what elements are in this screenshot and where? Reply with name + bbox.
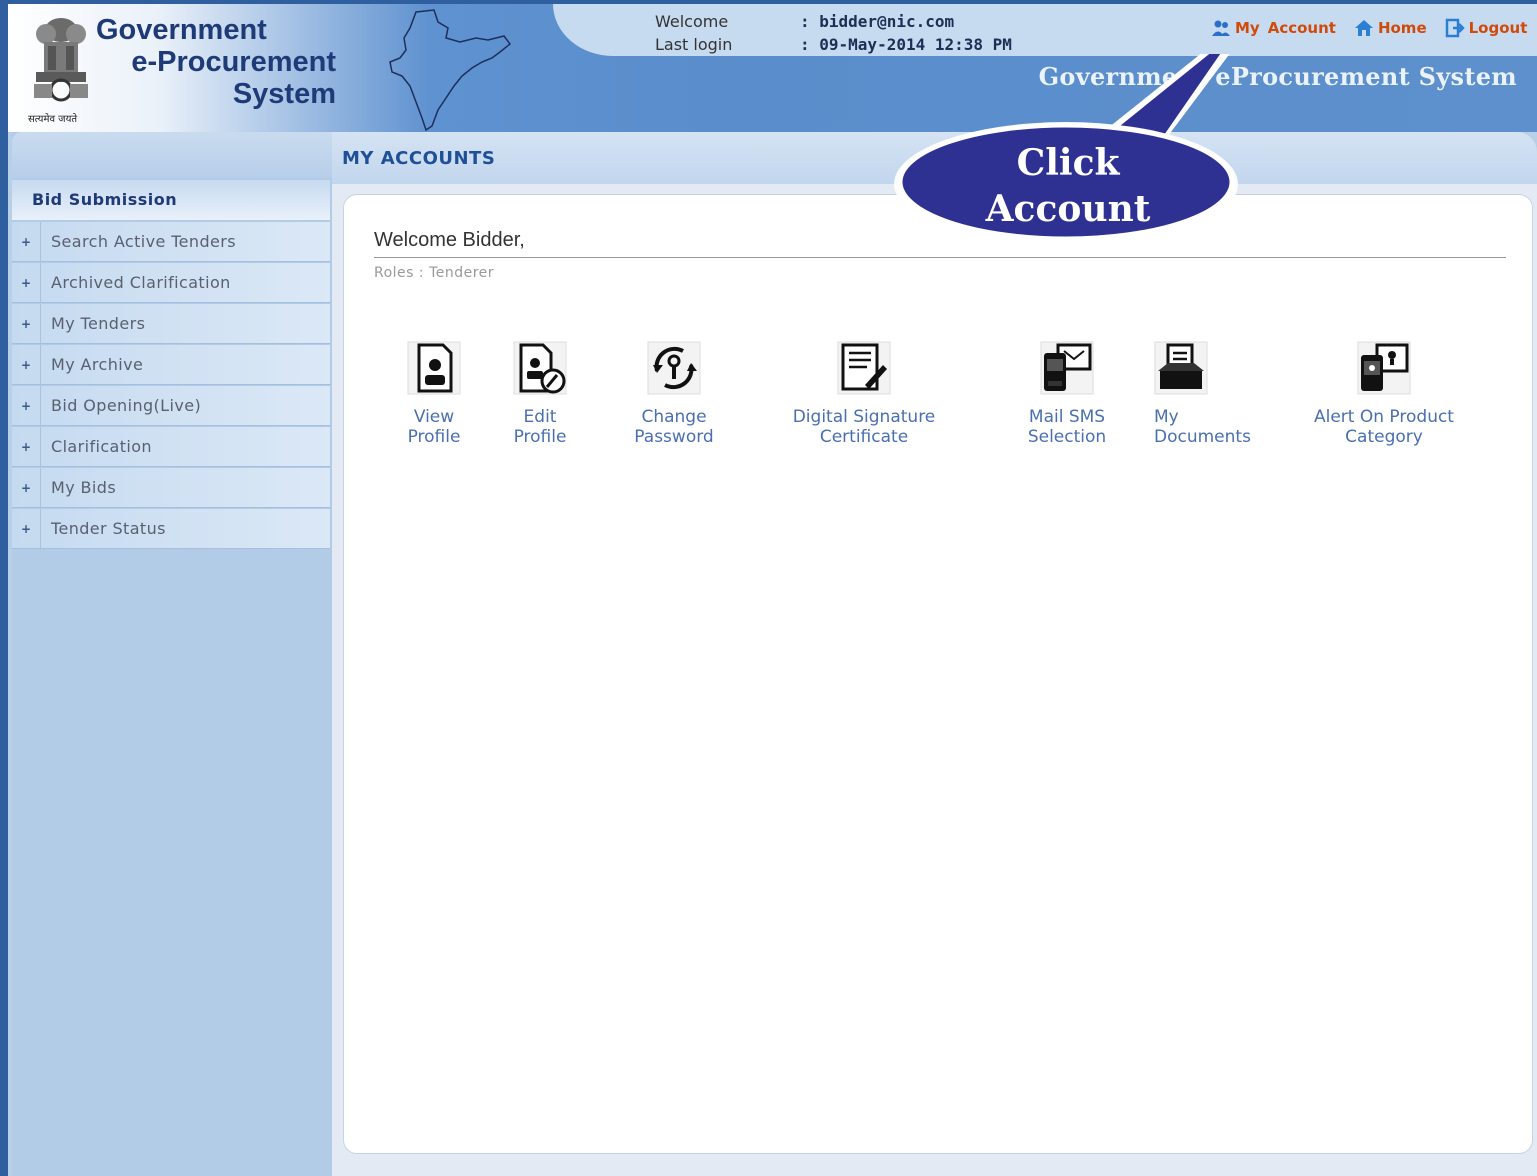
account-link-text: Account [1267, 19, 1336, 37]
action-label-line1: Change [641, 407, 707, 427]
my-link-text: My [1235, 19, 1260, 37]
expand-plus-icon: + [12, 426, 41, 467]
action-label-line2: Profile [407, 427, 461, 447]
sidebar-item-search-active-tenders[interactable]: + Search Active Tenders [12, 221, 330, 262]
sidebar-item-my-archive[interactable]: + My Archive [12, 344, 330, 385]
last-login-label: Last login [655, 35, 733, 54]
expand-plus-icon: + [12, 344, 41, 385]
logout-link-text: Logout [1468, 19, 1528, 37]
change-password-button[interactable]: Change Password [624, 341, 724, 447]
logo-line-2: e-Procurement [131, 46, 336, 78]
sidebar-item-my-tenders[interactable]: + My Tenders [12, 303, 330, 344]
user-session-info: Welcome : bidder@nic.com Last login : 09… [655, 10, 1012, 56]
app-window: सत्यमेव जयते Government e-Procurement Sy… [8, 4, 1537, 1176]
sidebar-item-bid-opening-live[interactable]: + Bid Opening(Live) [12, 385, 330, 426]
sidebar-item-label: Clarification [51, 437, 152, 456]
action-label-line1: View [413, 407, 455, 427]
sidebar-item-tender-status[interactable]: + Tender Status [12, 508, 330, 549]
sidebar-item-label: My Archive [51, 355, 144, 374]
mail-sms-selection-button[interactable]: Mail SMS Selection [1012, 341, 1122, 447]
action-label-line1: My [1154, 407, 1179, 427]
sidebar-menu: + Search Active Tenders + Archived Clari… [12, 221, 330, 550]
my-account-link[interactable]: My Account [1211, 19, 1336, 37]
expand-plus-icon: + [12, 303, 41, 344]
documents-icon [1154, 341, 1208, 395]
sidebar-item-label: My Bids [51, 478, 117, 497]
last-login-value: : 09-May-2014 12:38 PM [800, 35, 1012, 54]
user-group-icon [1212, 20, 1230, 36]
home-link[interactable]: Home [1354, 18, 1427, 38]
expand-plus-icon: + [12, 262, 41, 303]
certificate-icon [837, 341, 891, 395]
header: सत्यमेव जयते Government e-Procurement Sy… [8, 4, 1537, 132]
sidebar-header [12, 132, 332, 178]
action-label-line2: Documents [1154, 427, 1251, 447]
mail-sms-icon [1040, 341, 1094, 395]
logout-icon [1445, 18, 1465, 38]
sidebar-item-my-bids[interactable]: + My Bids [12, 467, 330, 508]
edit-profile-button[interactable]: Edit Profile [500, 341, 580, 447]
sidebar-item-label: Archived Clarification [51, 273, 231, 292]
expand-plus-icon: + [12, 385, 41, 426]
page-title: MY ACCOUNTS [342, 148, 496, 169]
action-label-line2: Certificate [819, 427, 909, 447]
expand-plus-icon: + [12, 221, 41, 262]
accounts-panel: Welcome Bidder, Roles : Tenderer View Pr… [343, 194, 1533, 1154]
action-label-line2: Selection [1027, 427, 1107, 447]
india-map-icon [389, 9, 512, 132]
national-emblem-icon [34, 18, 88, 102]
action-label-line1: Digital Signature [792, 407, 936, 427]
home-icon [1354, 20, 1373, 36]
roles-text: Roles : Tenderer [374, 265, 495, 281]
top-nav-links: My Account Home Logout [1211, 18, 1537, 38]
logout-link[interactable]: Logout [1445, 18, 1528, 38]
welcome-message: Welcome Bidder, [374, 229, 525, 251]
expand-plus-icon: + [12, 508, 41, 549]
alert-icon [1357, 341, 1411, 395]
action-label-line2: Password [634, 427, 714, 447]
logo-line-1: Government [96, 14, 267, 46]
sidebar-menu-title: Bid Submission [12, 180, 330, 220]
action-label-line1: Mail SMS [1028, 407, 1106, 427]
site-logo-text: Government e-Procurement System [96, 14, 336, 110]
sidebar-item-label: My Tenders [51, 314, 146, 333]
view-profile-button[interactable]: View Profile [394, 341, 474, 447]
alert-on-product-category-button[interactable]: Alert On Product Category [1304, 341, 1464, 447]
logo-line-3: System [232, 78, 336, 110]
home-link-text: Home [1377, 19, 1427, 37]
digital-signature-certificate-button[interactable]: Digital Signature Certificate [784, 341, 944, 447]
expand-plus-icon: + [12, 467, 41, 508]
callout-line-1: Click [1016, 142, 1120, 184]
my-documents-button[interactable]: My Documents [1144, 341, 1264, 447]
change-password-icon [647, 341, 701, 395]
view-profile-icon [407, 341, 461, 395]
action-label-line2: Category [1345, 427, 1423, 447]
action-label-line1: Edit [523, 407, 557, 427]
sidebar-item-label: Tender Status [51, 519, 166, 538]
sidebar: Bid Submission + Search Active Tenders +… [12, 132, 332, 1176]
callout-text: Click Account [898, 140, 1238, 232]
callout-line-2: Account [985, 188, 1151, 230]
edit-profile-icon [513, 341, 567, 395]
emblem-motto: सत्यमेव जयते [28, 114, 78, 125]
sidebar-item-clarification[interactable]: + Clarification [12, 426, 330, 467]
action-label-line2: Profile [513, 427, 567, 447]
sidebar-item-archived-clarification[interactable]: + Archived Clarification [12, 262, 330, 303]
welcome-label: Welcome [655, 12, 729, 31]
user-email: : bidder@nic.com [800, 12, 955, 31]
action-label-line1: Alert On Product [1314, 407, 1454, 427]
sidebar-item-label: Bid Opening(Live) [51, 396, 202, 415]
sidebar-item-label: Search Active Tenders [51, 232, 236, 251]
